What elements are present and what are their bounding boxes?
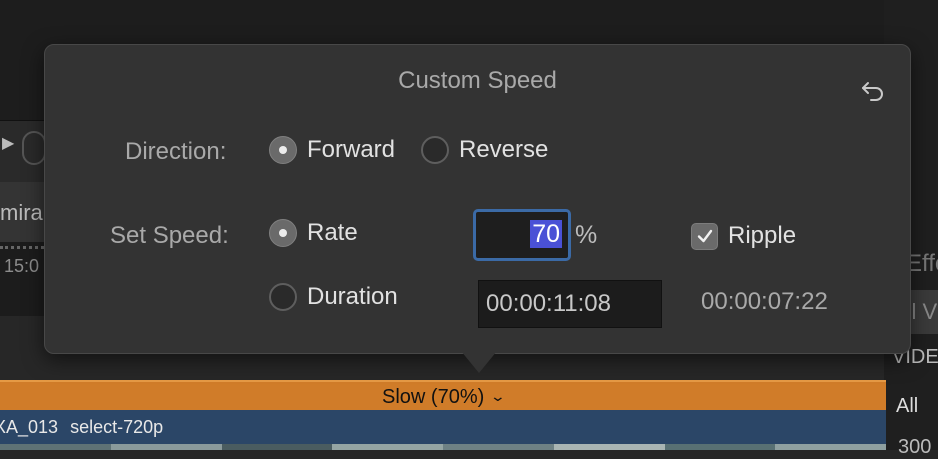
radio-unselected-icon[interactable]: [269, 283, 297, 311]
radio-selected-icon[interactable]: [269, 219, 297, 247]
radio-unselected-icon[interactable]: [421, 136, 449, 164]
popover-arrow: [461, 351, 497, 373]
all-category-item[interactable]: All: [896, 395, 918, 418]
direction-label: Direction:: [125, 138, 227, 165]
clip-filmstrip: [0, 444, 886, 450]
direction-forward-radio[interactable]: Forward: [269, 136, 395, 164]
rate-input[interactable]: 70: [473, 209, 571, 261]
ripple-checkbox[interactable]: Ripple: [691, 222, 796, 250]
timeline-clip[interactable]: XA_013 select-720p: [0, 410, 886, 444]
speed-rate-radio[interactable]: Rate: [269, 219, 358, 247]
play-icon[interactable]: ▶: [2, 133, 14, 153]
output-duration: 00:00:07:22: [701, 288, 828, 315]
reverse-label: Reverse: [459, 136, 549, 163]
ruler-dots: [0, 246, 44, 249]
clip-name-partial: mira: [0, 200, 43, 225]
rate-unit: %: [575, 221, 598, 249]
toolbar-oval-control[interactable]: [22, 131, 46, 165]
rate-label: Rate: [307, 219, 358, 246]
undo-arrow-icon[interactable]: [857, 75, 889, 107]
retime-speed-bar[interactable]: Slow (70%) ⌄: [0, 380, 886, 410]
ripple-label: Ripple: [728, 222, 797, 249]
duration-label: Duration: [307, 283, 398, 310]
speed-duration-radio[interactable]: Duration: [269, 283, 398, 311]
ruler-timecode: 15:0: [4, 256, 40, 276]
clip-name-part2: select-720p: [70, 417, 164, 437]
radio-selected-icon[interactable]: [269, 136, 297, 164]
checkmark-icon[interactable]: [691, 222, 718, 250]
custom-speed-popover: Custom Speed Direction: Forward Reverse …: [44, 44, 911, 354]
clip-name-part1: XA_013: [0, 417, 59, 437]
rate-value: 70: [530, 220, 562, 248]
side-list-item[interactable]: 300: [898, 436, 931, 459]
set-speed-label: Set Speed:: [110, 222, 229, 249]
chevron-down-icon[interactable]: ⌄: [490, 381, 506, 411]
popover-title: Custom Speed: [398, 67, 557, 94]
direction-reverse-radio[interactable]: Reverse: [421, 136, 548, 164]
speed-bar-label: Slow (70%): [382, 386, 485, 408]
forward-label: Forward: [307, 136, 396, 163]
duration-input[interactable]: 00:00:11:08: [478, 280, 662, 328]
